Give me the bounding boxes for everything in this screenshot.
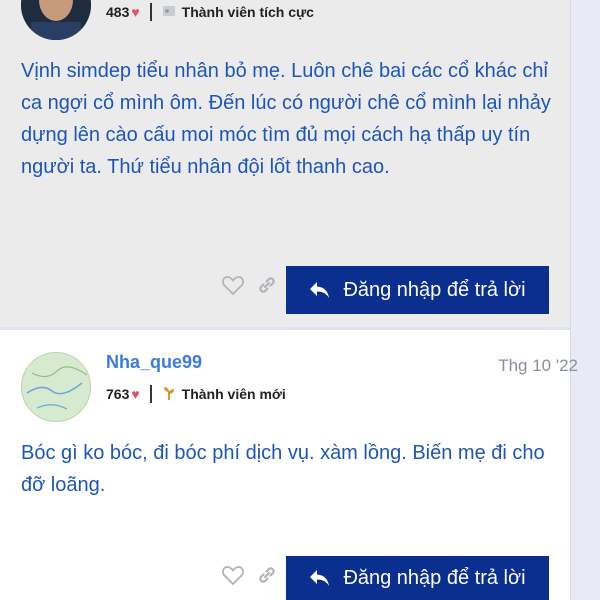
like-heart-icon[interactable] (220, 272, 246, 298)
user-meta-row: 763 ♥ Thành viên mới (106, 383, 286, 405)
post-1: 483 ♥ Thành viên tích cực Vịnh simdep ti… (0, 0, 570, 328)
reaction-score: 483 (106, 4, 130, 20)
link-icon[interactable] (254, 562, 280, 588)
right-sidebar-strip (570, 0, 600, 600)
login-to-reply-button[interactable]: Đăng nhập để trả lời (286, 266, 549, 314)
heart-icon: ♥ (131, 386, 140, 402)
like-heart-icon[interactable] (220, 562, 246, 588)
username-link[interactable]: Nha_que99 (106, 352, 202, 373)
avatar[interactable] (21, 0, 91, 40)
avatar[interactable] (21, 352, 91, 422)
post-content: Vịnh simdep tiểu nhân bỏ mẹ. Luôn chê ba… (21, 60, 551, 178)
heart-icon: ♥ (131, 4, 140, 20)
user-meta-row: 483 ♥ Thành viên tích cực (106, 1, 314, 23)
reply-arrow-icon (309, 569, 331, 587)
sprout-icon (162, 385, 176, 404)
user-rank: Thành viên mới (181, 386, 286, 402)
reply-button-label: Đăng nhập để trả lời (343, 278, 526, 301)
meta-divider (149, 385, 152, 403)
post-date[interactable]: Thg 10 '22 (498, 356, 578, 376)
link-icon[interactable] (254, 272, 280, 298)
meta-divider (149, 3, 152, 21)
reaction-score: 763 (106, 386, 130, 402)
post-content: Bóc gì ko bóc, đi bóc phí dịch vụ. xàm l… (21, 442, 545, 496)
reply-button-label: Đăng nhập để trả lời (343, 566, 526, 589)
user-rank: Thành viên tích cực (181, 4, 314, 20)
reply-arrow-icon (309, 281, 331, 299)
login-to-reply-button[interactable]: Đăng nhập để trả lời (286, 556, 549, 600)
badge-icon (162, 4, 176, 21)
